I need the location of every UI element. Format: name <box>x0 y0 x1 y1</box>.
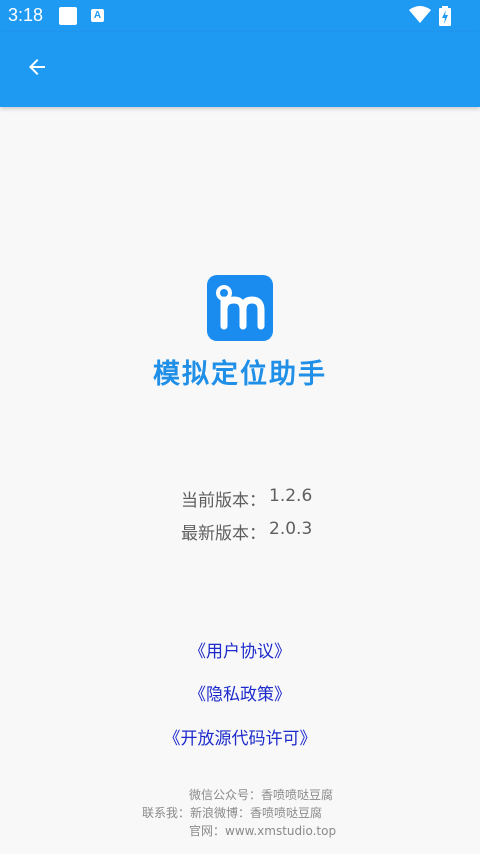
arrow-back-icon <box>25 55 49 83</box>
footer-wechat: 微信公众号：香喷喷哒豆腐 <box>189 788 334 802</box>
app-title: 模拟定位助手 <box>153 359 327 390</box>
blank-square-icon <box>59 7 77 25</box>
status-time: 3:18 <box>8 5 44 25</box>
back-button[interactable] <box>13 45 61 93</box>
status-bar: 3:18 A <box>0 0 480 32</box>
latest-version-label: 最新版本： <box>181 524 266 544</box>
battery-icon <box>438 6 452 30</box>
user-agreement-link[interactable]: 《用户协议》 <box>0 637 480 662</box>
latest-version-value: 2.0.3 <box>269 519 313 539</box>
current-version-row: 当前版本： 1.2.6 <box>0 486 480 511</box>
app-bar <box>0 32 480 107</box>
a-app-icon: A <box>91 9 104 22</box>
open-source-license-link[interactable]: 《开放源代码许可》 <box>0 724 480 749</box>
current-version-value: 1.2.6 <box>269 486 313 506</box>
footer-weibo: 联系我：新浪微博：香喷喷哒豆腐 <box>142 806 323 820</box>
privacy-policy-link[interactable]: 《隐私政策》 <box>0 680 480 705</box>
app-logo <box>207 275 273 341</box>
footer-website: 官网：www.xmstudio.top <box>189 824 337 838</box>
wifi-icon <box>409 6 431 28</box>
current-version-label: 当前版本： <box>181 491 266 511</box>
m-location-logo-icon <box>207 285 273 345</box>
latest-version-row: 最新版本： 2.0.3 <box>0 519 480 544</box>
